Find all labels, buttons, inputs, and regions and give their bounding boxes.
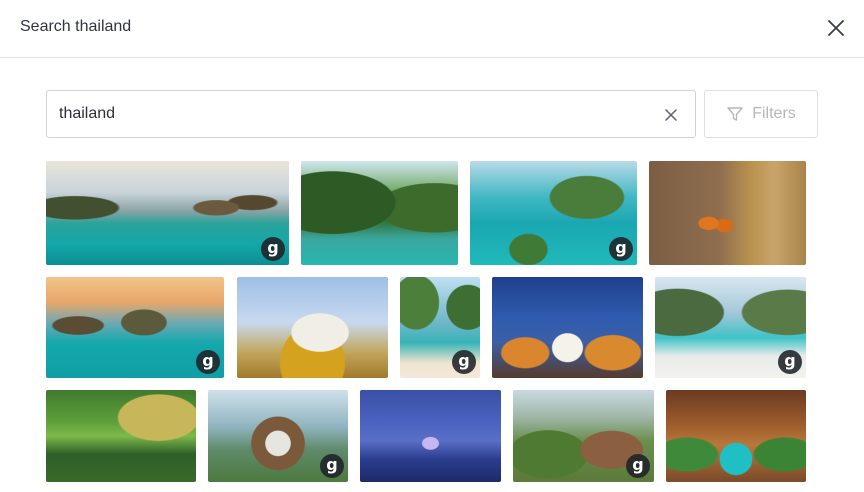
result-image[interactable]: g	[655, 277, 806, 378]
result-image[interactable]: g	[46, 161, 289, 265]
result-image[interactable]	[301, 161, 458, 265]
result-image[interactable]: g	[400, 277, 480, 378]
result-image[interactable]	[492, 277, 643, 378]
result-image[interactable]: g	[470, 161, 637, 265]
filters-label: Filters	[752, 105, 796, 122]
clear-search-button[interactable]	[663, 107, 679, 123]
result-image[interactable]: g	[513, 390, 654, 482]
source-badge: g	[320, 454, 344, 478]
dialog-title: Search thailand	[20, 18, 132, 35]
source-badge: g	[452, 350, 476, 374]
source-badge: g	[261, 237, 285, 261]
result-image[interactable]	[649, 161, 806, 265]
close-button[interactable]	[826, 18, 846, 38]
search-box	[46, 90, 696, 138]
dialog-header: Search thailand	[0, 0, 864, 58]
source-badge: g	[196, 350, 220, 374]
clear-icon	[665, 109, 677, 121]
result-image[interactable]: g	[46, 277, 224, 378]
filters-button[interactable]: Filters	[704, 90, 818, 138]
search-input[interactable]	[59, 91, 639, 137]
result-image[interactable]	[666, 390, 806, 482]
close-icon	[828, 20, 844, 36]
source-badge: g	[626, 454, 650, 478]
result-image[interactable]	[360, 390, 501, 482]
source-badge: g	[609, 237, 633, 261]
result-image[interactable]: g	[208, 390, 348, 482]
result-image[interactable]	[237, 277, 388, 378]
source-badge: g	[778, 350, 802, 374]
filter-icon	[727, 107, 743, 121]
result-image[interactable]	[46, 390, 196, 482]
